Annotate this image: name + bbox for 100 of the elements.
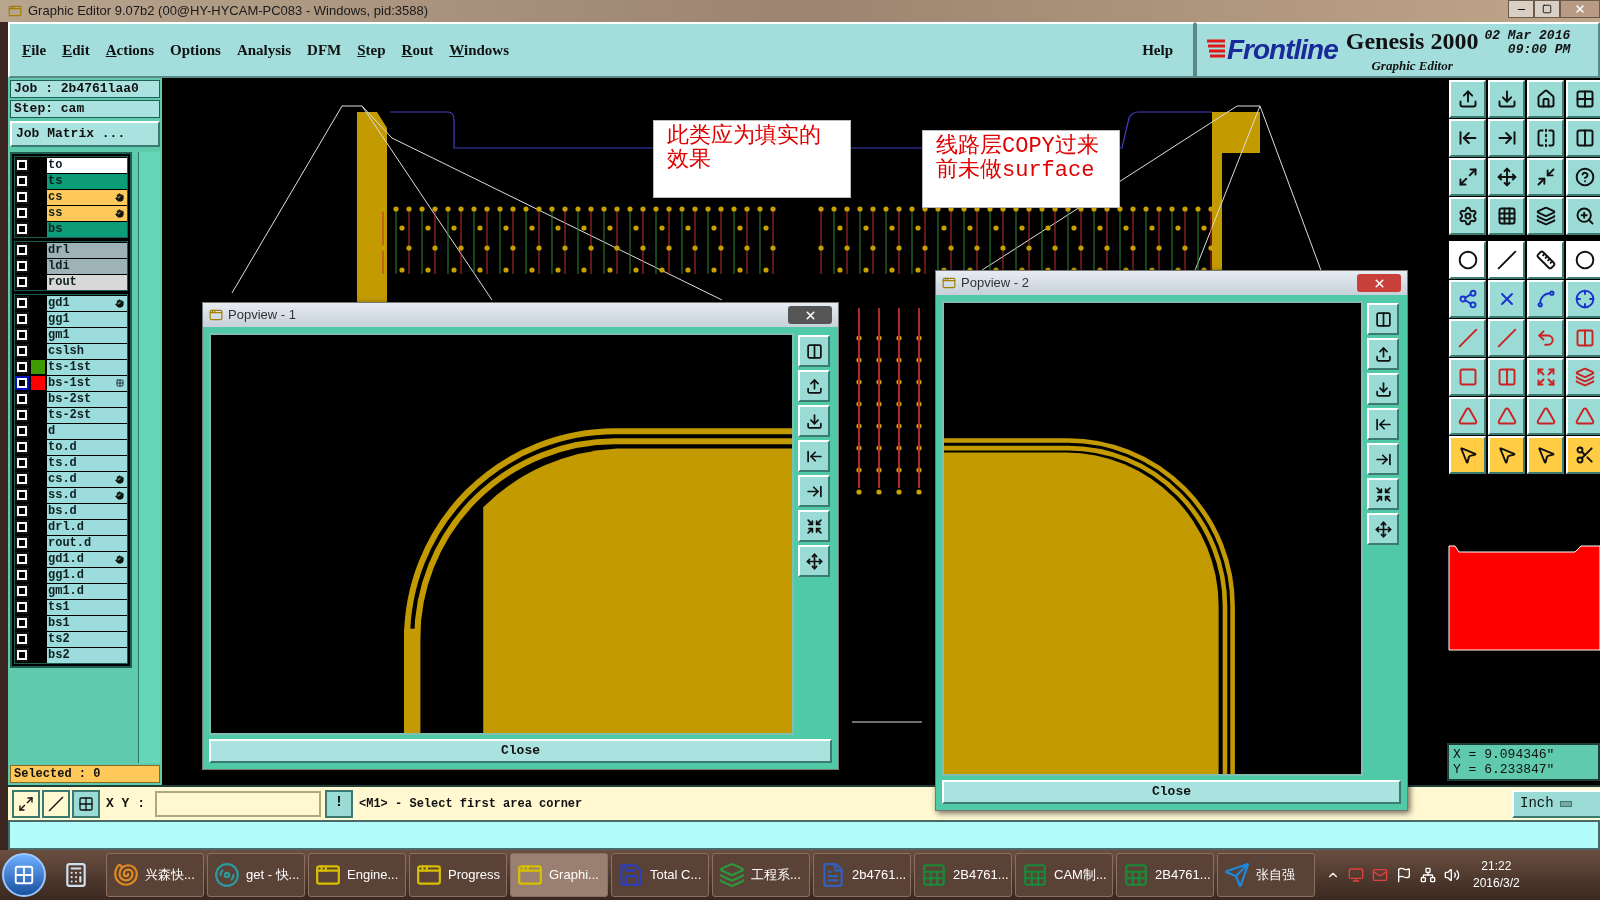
view-tool-button[interactable]	[1367, 303, 1399, 335]
menu-item[interactable]: Actions	[105, 38, 155, 62]
layer-name[interactable]: cslsh	[47, 343, 127, 359]
layer-name[interactable]: bs1	[47, 615, 127, 631]
tool-button[interactable]	[1566, 158, 1600, 196]
tool-button[interactable]	[1527, 80, 1564, 118]
taskbar-item[interactable]: 2b4761...	[813, 853, 911, 897]
taskbar-item[interactable]: 2B4761...	[914, 853, 1012, 897]
menu-item[interactable]: Windows	[449, 38, 510, 62]
snap-button[interactable]	[12, 789, 40, 818]
minimize-button[interactable]	[1508, 0, 1534, 18]
volume-icon[interactable]	[1444, 867, 1460, 883]
view-tool-button[interactable]	[1367, 478, 1399, 510]
close-button[interactable]: Close	[942, 780, 1401, 804]
flag-icon[interactable]	[1396, 867, 1412, 883]
taskbar-item[interactable]: 张自强	[1217, 853, 1315, 897]
tool-button[interactable]	[1527, 158, 1564, 196]
menu-item[interactable]: Rout	[401, 38, 434, 62]
tool-button[interactable]	[1488, 241, 1525, 279]
taskbar-item[interactable]: 工程系...	[712, 853, 810, 897]
layer-name[interactable]: to	[47, 157, 127, 173]
tool-button[interactable]	[1527, 436, 1564, 474]
tool-button[interactable]	[1566, 119, 1600, 157]
taskbar-item[interactable]: get - 快...	[207, 853, 305, 897]
taskbar-item[interactable]: 2B4761...	[1116, 853, 1214, 897]
tool-button[interactable]	[1449, 197, 1486, 235]
mail-icon[interactable]	[1372, 867, 1388, 883]
layer-name[interactable]: cs.d	[47, 471, 127, 487]
tool-button[interactable]	[1449, 241, 1486, 279]
tool-button[interactable]	[1566, 241, 1600, 279]
layer-name[interactable]: ss	[47, 205, 127, 221]
layer-name[interactable]: drl	[47, 242, 127, 258]
view-tool-button[interactable]	[1367, 338, 1399, 370]
menu-item[interactable]: DFM	[307, 38, 342, 62]
view-tool-button[interactable]	[798, 475, 830, 507]
tool-button[interactable]	[1449, 280, 1486, 318]
tool-button[interactable]	[1488, 158, 1525, 196]
tool-button[interactable]	[1488, 436, 1525, 474]
tool-button[interactable]	[1449, 119, 1486, 157]
maximize-button[interactable]	[1534, 0, 1560, 18]
taskbar-item[interactable]: Engine...	[308, 853, 406, 897]
view-tool-button[interactable]	[798, 370, 830, 402]
layer-name[interactable]: ts	[47, 173, 127, 189]
menu-item[interactable]: Help	[1142, 38, 1173, 62]
layer-name[interactable]: gm1.d	[47, 583, 127, 599]
view-tool-button[interactable]	[798, 510, 830, 542]
tool-button[interactable]	[1527, 280, 1564, 318]
network-icon[interactable]	[1420, 867, 1436, 883]
menu-item[interactable]: Step	[357, 38, 386, 62]
tool-button[interactable]	[1449, 436, 1486, 474]
tool-button[interactable]	[1566, 436, 1600, 474]
tool-button[interactable]	[1527, 241, 1564, 279]
view-tool-button[interactable]	[798, 335, 830, 367]
view-tool-button[interactable]	[798, 440, 830, 472]
layer-name[interactable]: gg1.d	[47, 567, 127, 583]
taskbar-item[interactable]: 兴森快...	[106, 853, 204, 897]
layer-name[interactable]: ts-1st	[47, 359, 127, 375]
coordinate-input[interactable]	[155, 790, 321, 817]
tool-button[interactable]	[1488, 119, 1525, 157]
start-button[interactable]	[2, 853, 46, 897]
layer-name[interactable]: bs-2st	[47, 391, 127, 407]
layer-name[interactable]: drl.d	[47, 519, 127, 535]
view-tool-button[interactable]	[1367, 373, 1399, 405]
tool-button[interactable]	[1449, 80, 1486, 118]
units-dropdown[interactable]: Inch	[1512, 789, 1600, 818]
view-tool-button[interactable]	[1367, 513, 1399, 545]
tool-button[interactable]	[1488, 80, 1525, 118]
tool-button[interactable]	[1566, 80, 1600, 118]
taskbar-item[interactable]: CAM制...	[1015, 853, 1113, 897]
view-tool-button[interactable]	[798, 545, 830, 577]
layer-name[interactable]: ts2	[47, 631, 127, 647]
layer-name[interactable]: gd1.d	[47, 551, 127, 567]
layer-name[interactable]: d	[47, 423, 127, 439]
layer-name[interactable]: to.d	[47, 439, 127, 455]
menu-item[interactable]: File	[22, 38, 47, 62]
tool-button[interactable]	[1449, 158, 1486, 196]
layer-name[interactable]: ts-2st	[47, 407, 127, 423]
layer-name[interactable]: bs	[47, 221, 127, 237]
tool-button[interactable]	[1488, 197, 1525, 235]
close-button[interactable]: Close	[209, 739, 832, 763]
layer-name[interactable]: ts.d	[47, 455, 127, 471]
layer-name[interactable]: gd1	[47, 295, 127, 311]
tool-button[interactable]	[1488, 280, 1525, 318]
tool-button[interactable]	[1566, 280, 1600, 318]
layer-name[interactable]: rout	[47, 274, 127, 290]
monitor-icon[interactable]	[1348, 867, 1364, 883]
view-tool-button[interactable]	[1367, 443, 1399, 475]
close-button[interactable]	[1357, 274, 1401, 292]
taskbar-item[interactable]: Progress	[409, 853, 507, 897]
layer-name[interactable]: ts1	[47, 599, 127, 615]
view-tool-button[interactable]	[798, 405, 830, 437]
view-tool-button[interactable]	[1367, 408, 1399, 440]
close-button[interactable]	[1560, 0, 1600, 18]
tool-button[interactable]	[1527, 119, 1564, 157]
layer-name[interactable]: rout.d	[47, 535, 127, 551]
layer-name[interactable]: bs.d	[47, 503, 127, 519]
snap-button[interactable]	[72, 789, 100, 818]
layer-name[interactable]: bs2	[47, 647, 127, 663]
layer-name[interactable]: gg1	[47, 311, 127, 327]
tool-button[interactable]	[1566, 197, 1600, 235]
